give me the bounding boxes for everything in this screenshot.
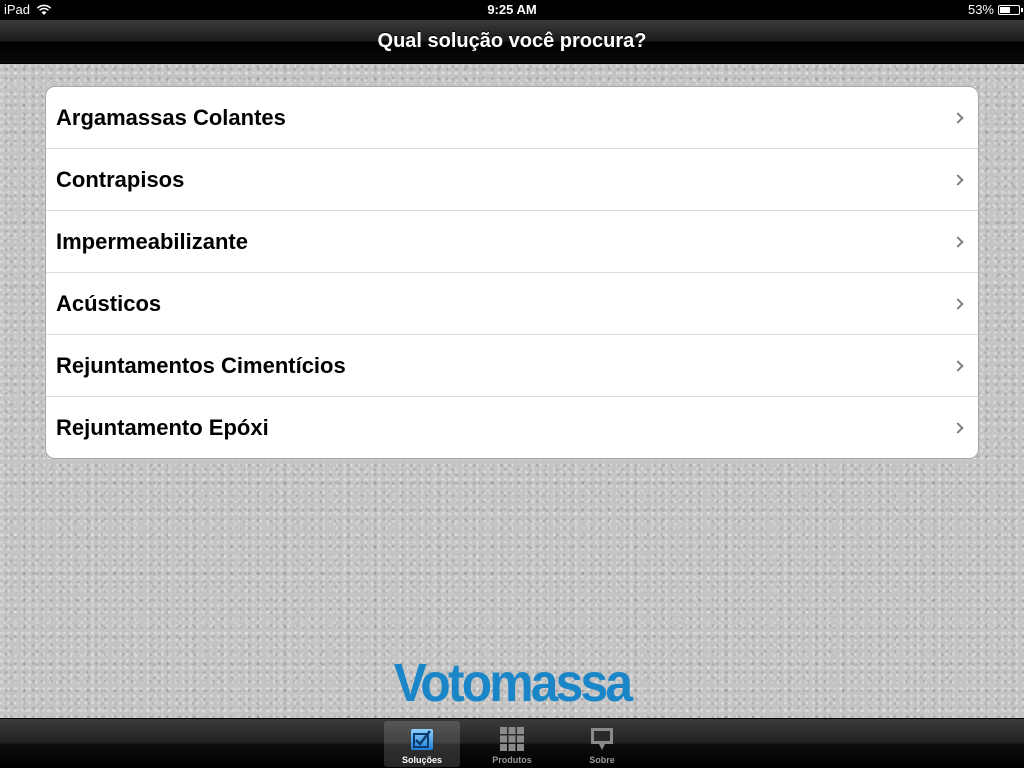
solutions-list: Argamassas Colantes Contrapisos Impermea… bbox=[45, 86, 979, 459]
chevron-right-icon bbox=[952, 421, 964, 434]
battery-fill bbox=[1000, 6, 1010, 13]
content-area: Argamassas Colantes Contrapisos Impermea… bbox=[0, 64, 1024, 718]
list-item-label: Rejuntamento Epóxi bbox=[56, 414, 269, 440]
chevron-right-icon bbox=[952, 111, 964, 124]
checkbox-icon bbox=[408, 726, 436, 752]
brand-logo: Votomassa bbox=[393, 653, 633, 713]
status-bar: iPad 9:25 AM 53% bbox=[0, 0, 1024, 20]
tab-sobre[interactable]: Sobre bbox=[564, 721, 640, 767]
battery-icon bbox=[998, 4, 1023, 15]
page-title: Qual solução você procura? bbox=[377, 30, 647, 52]
tab-produtos[interactable]: Produtos bbox=[474, 721, 550, 767]
list-item-label: Argamassas Colantes bbox=[56, 104, 286, 130]
status-time: 9:25 AM bbox=[487, 2, 537, 17]
list-item-label: Acústicos bbox=[56, 290, 162, 316]
chevron-right-icon bbox=[952, 297, 964, 310]
list-item[interactable]: Impermeabilizante bbox=[46, 211, 978, 273]
list-item[interactable]: Argamassas Colantes bbox=[46, 87, 978, 149]
list-item-label: Rejuntamentos Cimentícios bbox=[56, 352, 346, 378]
chevron-right-icon bbox=[952, 173, 964, 186]
list-item-label: Impermeabilizante bbox=[56, 228, 248, 254]
list-item[interactable]: Contrapisos bbox=[46, 149, 978, 211]
tab-label: Sobre bbox=[589, 755, 615, 765]
grid-icon bbox=[498, 726, 526, 752]
tab-bar: Soluções Produtos Sobre bbox=[0, 718, 1024, 768]
list-item-label: Contrapisos bbox=[56, 166, 185, 192]
list-item[interactable]: Acústicos bbox=[46, 273, 978, 335]
tab-label: Soluções bbox=[401, 755, 442, 765]
chevron-right-icon bbox=[952, 235, 964, 248]
tab-label: Produtos bbox=[492, 755, 532, 765]
battery-percent: 53% bbox=[967, 2, 994, 17]
chevron-right-icon bbox=[952, 359, 964, 372]
speech-bubble-icon bbox=[588, 726, 616, 752]
tab-solucoes[interactable]: Soluções bbox=[384, 721, 460, 767]
list-item[interactable]: Rejuntamentos Cimentícios bbox=[46, 335, 978, 397]
navigation-bar: Qual solução você procura? bbox=[0, 20, 1024, 64]
list-item[interactable]: Rejuntamento Epóxi bbox=[46, 397, 978, 458]
